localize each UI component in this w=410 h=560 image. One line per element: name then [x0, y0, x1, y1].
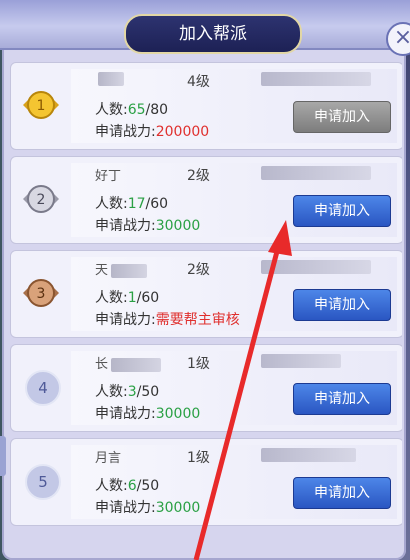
required-power: 申请战力:30000 — [95, 218, 201, 234]
guild-row: 1 4级 人数:65/80 申请战力:200000 申请加入 — [10, 62, 402, 150]
rank-badge: 4 — [25, 370, 61, 406]
member-count: 人数:17/60 — [95, 196, 169, 212]
redacted-name — [98, 71, 124, 86]
member-count: 人数:1/60 — [95, 290, 160, 306]
close-icon: × — [393, 25, 410, 50]
rank-number: 3 — [37, 286, 46, 302]
join-button[interactable]: 申请加入 — [293, 195, 391, 227]
member-count: 人数:3/50 — [95, 384, 160, 400]
join-button[interactable]: 申请加入 — [293, 477, 391, 509]
guild-leader — [261, 259, 371, 274]
guild-name: 好丁 — [95, 169, 122, 184]
side-drawer-handle[interactable] — [0, 436, 6, 476]
bronze-medal-icon: 3 — [19, 275, 63, 311]
required-power: 申请战力:需要帮主审核 — [95, 312, 240, 328]
guild-level: 2级 — [187, 262, 210, 278]
guild-name — [95, 71, 124, 86]
guild-leader — [261, 447, 356, 462]
guild-name: 月言 — [95, 451, 122, 466]
redacted-name — [111, 357, 162, 372]
required-power: 申请战力:30000 — [95, 500, 201, 516]
guild-row: 5 月言 1级 人数:6/50 申请战力:30000 申请加入 — [10, 438, 402, 526]
guild-leader — [261, 165, 371, 180]
gold-medal-icon: 1 — [19, 87, 63, 123]
join-button[interactable]: 申请加入 — [293, 101, 391, 133]
join-button[interactable]: 申请加入 — [293, 289, 391, 321]
member-count: 人数:6/50 — [95, 478, 160, 494]
guild-level: 2级 — [187, 168, 210, 184]
guild-level: 1级 — [187, 356, 210, 372]
guild-level: 1级 — [187, 450, 210, 466]
required-power: 申请战力:30000 — [95, 406, 201, 422]
guild-row: 4 长 1级 人数:3/50 申请战力:30000 申请加入 — [10, 344, 402, 432]
guild-leader — [261, 353, 341, 368]
guild-row: 2 好丁 2级 人数:17/60 申请战力:30000 申请加入 — [10, 156, 402, 244]
dialog-title-bar: 加入帮派 — [0, 0, 410, 54]
guild-name: 天 — [95, 259, 148, 278]
join-button[interactable]: 申请加入 — [293, 383, 391, 415]
rank-number: 2 — [37, 192, 46, 208]
guild-row: 3 天 2级 人数:1/60 申请战力:需要帮主审核 申请加入 — [10, 250, 402, 338]
guild-list[interactable]: 1 4级 人数:65/80 申请战力:200000 申请加入 2 好丁 2级 人… — [10, 62, 402, 560]
dialog-title: 加入帮派 — [124, 14, 302, 54]
member-count: 人数:65/80 — [95, 102, 169, 118]
rank-number: 1 — [37, 98, 46, 114]
required-power: 申请战力:200000 — [95, 124, 210, 140]
silver-medal-icon: 2 — [19, 181, 63, 217]
guild-name: 长 — [95, 353, 162, 372]
redacted-name — [111, 263, 148, 278]
guild-level: 4级 — [187, 74, 210, 90]
rank-badge: 5 — [25, 464, 61, 500]
guild-leader — [261, 71, 371, 86]
